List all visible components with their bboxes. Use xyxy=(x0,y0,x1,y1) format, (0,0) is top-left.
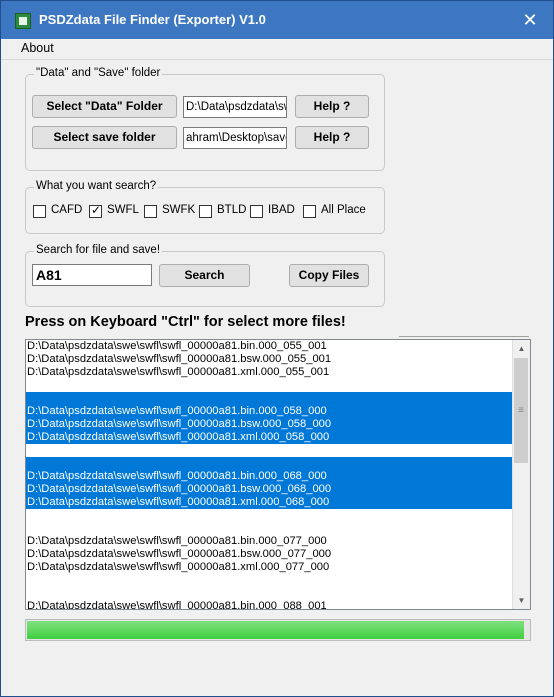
help-data-button[interactable]: Help ? xyxy=(295,95,369,118)
list-item[interactable]: D:\Data\psdzdata\swe\swfl\swfl_00000a81.… xyxy=(26,548,512,561)
vertical-scrollbar[interactable]: ▲ ≡ ▼ xyxy=(512,340,530,609)
list-item[interactable] xyxy=(26,587,512,600)
window-title: PSDZdata File Finder (Exporter) V1.0 xyxy=(39,12,266,27)
checkbox-label: SWFK xyxy=(162,204,196,216)
progress-fill xyxy=(27,621,524,639)
save-folder-path-field[interactable]: ahram\Desktop\save xyxy=(183,127,287,149)
checkbox-label: IBAD xyxy=(268,204,295,216)
checkbox-box[interactable] xyxy=(303,205,316,218)
menu-bar: About xyxy=(1,39,553,60)
list-item[interactable] xyxy=(26,457,512,470)
close-icon[interactable]: ✕ xyxy=(507,1,553,39)
checkbox-label: All Place xyxy=(321,204,366,216)
scroll-up-icon[interactable]: ▲ xyxy=(513,340,530,357)
list-item[interactable] xyxy=(26,444,512,457)
results-listbox[interactable]: D:\Data\psdzdata\swe\swfl\swfl_00000a81.… xyxy=(25,339,531,610)
list-item[interactable]: D:\Data\psdzdata\swe\swfl\swfl_00000a81.… xyxy=(26,496,512,509)
list-item[interactable] xyxy=(26,392,512,405)
checkbox-box[interactable] xyxy=(199,205,212,218)
results-list: D:\Data\psdzdata\swe\swfl\swfl_00000a81.… xyxy=(26,340,512,609)
list-item[interactable] xyxy=(26,379,512,392)
search-button[interactable]: Search xyxy=(159,264,250,287)
scroll-down-icon[interactable]: ▼ xyxy=(513,592,530,609)
list-item[interactable]: D:\Data\psdzdata\swe\swfl\swfl_00000a81.… xyxy=(26,600,512,609)
list-item[interactable]: D:\Data\psdzdata\swe\swfl\swfl_00000a81.… xyxy=(26,561,512,574)
instruction-text: Press on Keyboard "Ctrl" for select more… xyxy=(25,314,346,330)
list-item[interactable]: D:\Data\psdzdata\swe\swfl\swfl_00000a81.… xyxy=(26,353,512,366)
list-item[interactable]: D:\Data\psdzdata\swe\swfl\swfl_00000a81.… xyxy=(26,431,512,444)
search-group-legend: Search for file and save! xyxy=(34,244,163,256)
list-item[interactable]: D:\Data\psdzdata\swe\swfl\swfl_00000a81.… xyxy=(26,405,512,418)
app-window: PSDZdata File Finder (Exporter) V1.0 ✕ A… xyxy=(0,0,554,697)
list-item[interactable] xyxy=(26,522,512,535)
help-save-button[interactable]: Help ? xyxy=(295,126,369,149)
checkbox-box[interactable] xyxy=(144,205,157,218)
psdz-app-icon xyxy=(15,13,31,29)
list-item[interactable]: D:\Data\psdzdata\swe\swfl\swfl_00000a81.… xyxy=(26,483,512,496)
list-item[interactable]: D:\Data\psdzdata\swe\swfl\swfl_00000a81.… xyxy=(26,535,512,548)
scroll-thumb[interactable]: ≡ xyxy=(514,358,528,463)
select-data-folder-button[interactable]: Select "Data" Folder xyxy=(32,95,177,118)
copy-files-button[interactable]: Copy Files xyxy=(289,264,369,287)
checkbox-label: CAFD xyxy=(51,204,83,216)
folder-group-legend: "Data" and "Save" folder xyxy=(34,67,163,79)
menu-about[interactable]: About xyxy=(21,41,54,55)
checkbox-box[interactable] xyxy=(33,205,46,218)
select-save-folder-button[interactable]: Select save folder xyxy=(32,126,177,149)
search-type-legend: What you want search? xyxy=(34,180,159,192)
list-item[interactable] xyxy=(26,574,512,587)
list-item[interactable]: D:\Data\psdzdata\swe\swfl\swfl_00000a81.… xyxy=(26,418,512,431)
checkbox-label: BTLD xyxy=(217,204,247,216)
scroll-grip-icon: ≡ xyxy=(518,405,524,416)
checkbox-label: SWFL xyxy=(107,204,139,216)
checkbox-box[interactable] xyxy=(89,203,102,218)
progress-bar xyxy=(25,619,531,641)
list-item[interactable] xyxy=(26,509,512,522)
divider-line xyxy=(399,336,529,337)
list-item[interactable]: D:\Data\psdzdata\swe\swfl\swfl_00000a81.… xyxy=(26,340,512,353)
data-folder-path-field[interactable]: D:\Data\psdzdata\sw xyxy=(183,96,287,118)
search-input[interactable]: A81 xyxy=(32,264,152,286)
list-item[interactable]: D:\Data\psdzdata\swe\swfl\swfl_00000a81.… xyxy=(26,366,512,379)
folder-group: "Data" and "Save" folder xyxy=(25,67,385,171)
checkbox-box[interactable] xyxy=(250,205,263,218)
title-bar[interactable]: PSDZdata File Finder (Exporter) V1.0 ✕ xyxy=(1,1,553,39)
list-item[interactable]: D:\Data\psdzdata\swe\swfl\swfl_00000a81.… xyxy=(26,470,512,483)
